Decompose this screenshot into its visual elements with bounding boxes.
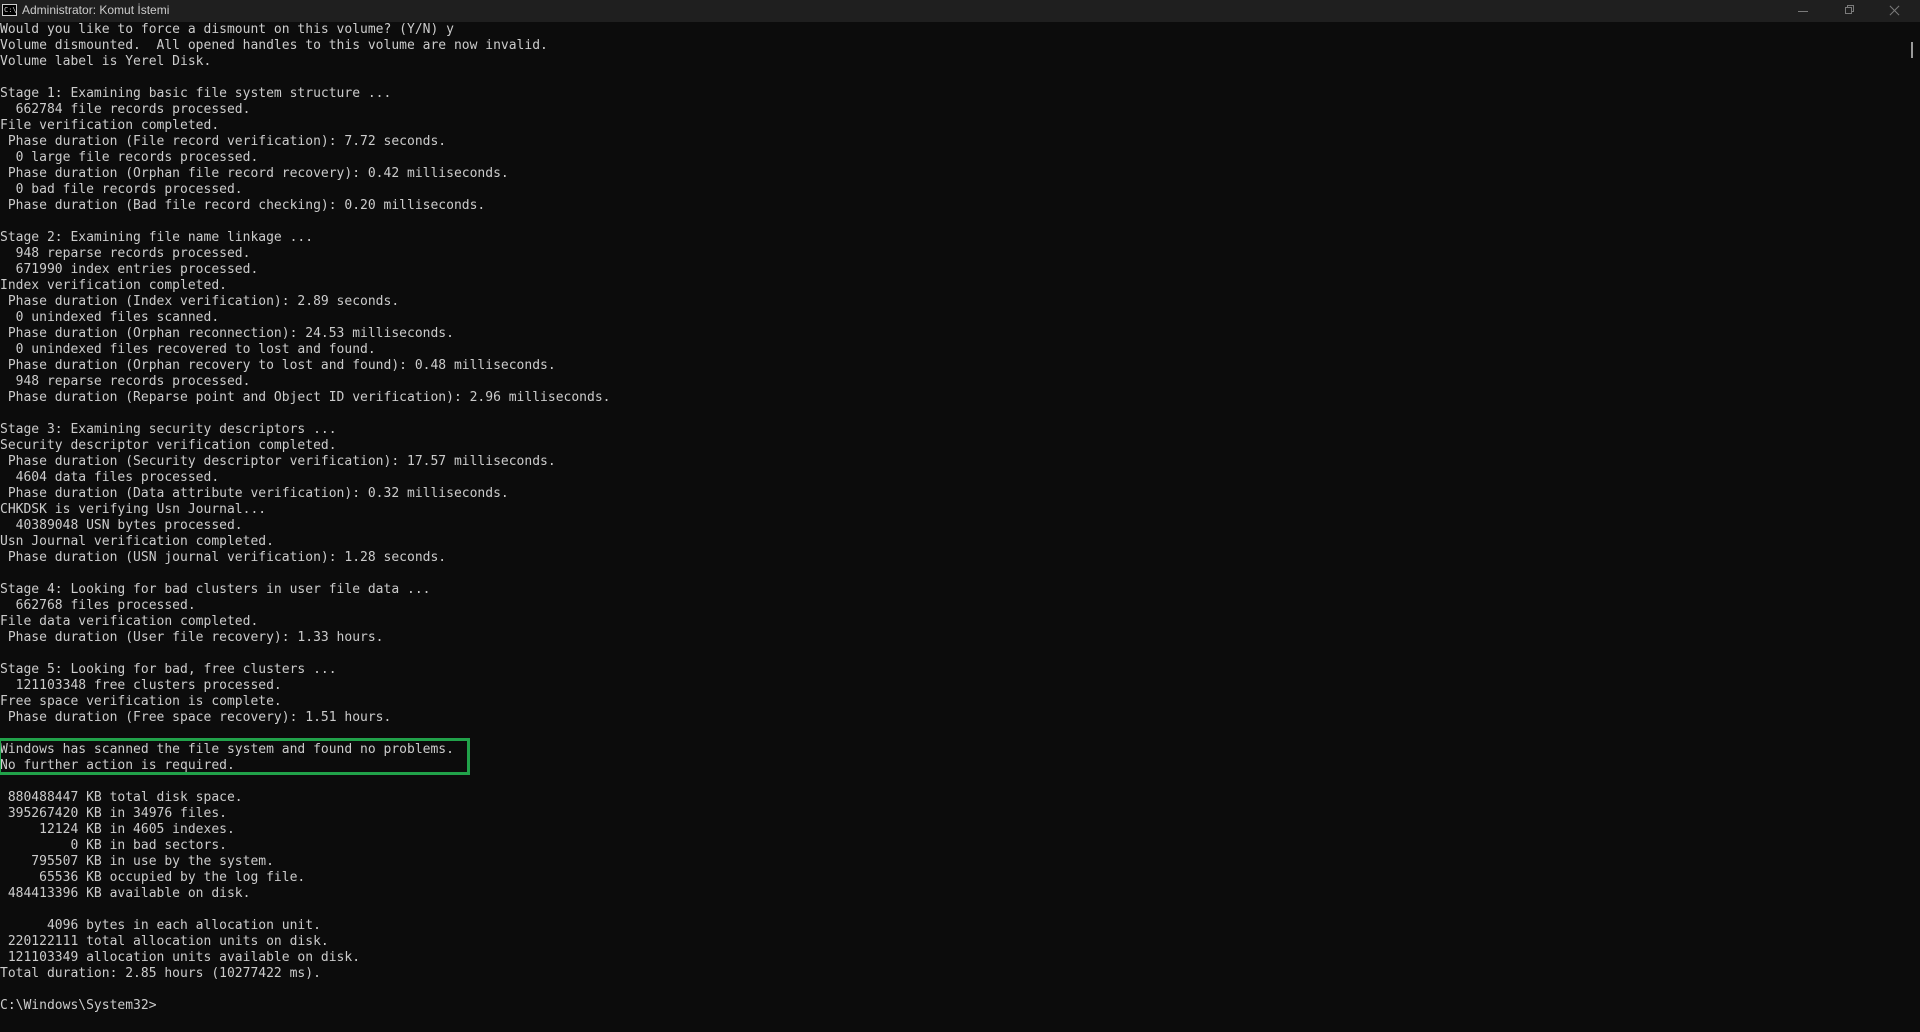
console-line: Phase duration (File record verification… [0, 134, 447, 149]
console-line: Volume label is Yerel Disk. [0, 54, 212, 69]
window-title: Administrator: Komut İstemi [22, 3, 170, 17]
command-prompt-window: C:\ Administrator: Komut İstemi Would yo… [0, 0, 1920, 1032]
console-line: File verification completed. [0, 118, 220, 133]
restore-icon [1845, 5, 1854, 14]
scrollbar-thumb[interactable] [1911, 42, 1913, 58]
command-prompt-line: C:\Windows\System32> [0, 998, 157, 1013]
console-line: Stage 1: Examining basic file system str… [0, 86, 392, 101]
console-line: Phase duration (USN journal verification… [0, 550, 447, 565]
console-line: Windows has scanned the file system and … [0, 742, 454, 757]
console-line: 484413396 KB available on disk. [0, 886, 251, 901]
console-line: 220122111 total allocation units on disk… [0, 934, 329, 949]
console-output[interactable]: Would you like to force a dismount on th… [0, 22, 1900, 1032]
console-line: Phase duration (Bad file record checking… [0, 198, 486, 213]
console-line: 662784 file records processed. [0, 102, 251, 117]
console-line: 0 KB in bad sectors. [0, 838, 227, 853]
console-line: 121103348 free clusters processed. [0, 678, 282, 693]
console-line: No further action is required. [0, 758, 235, 773]
vertical-scrollbar[interactable] [1906, 22, 1920, 1032]
command-prompt-icon: C:\ [2, 4, 17, 16]
console-line: Phase duration (User file recovery): 1.3… [0, 630, 384, 645]
console-line: Phase duration (Orphan recovery to lost … [0, 358, 556, 373]
close-icon [1889, 4, 1901, 16]
console-line: Phase duration (Reparse point and Object… [0, 390, 611, 405]
console-line: 40389048 USN bytes processed. [0, 518, 243, 533]
console-line: 121103349 allocation units available on … [0, 950, 361, 965]
console-line: Phase duration (Security descriptor veri… [0, 454, 556, 469]
console-line: 0 bad file records processed. [0, 182, 243, 197]
console-line: Stage 2: Examining file name linkage ... [0, 230, 314, 245]
console-line: Would you like to force a dismount on th… [0, 22, 454, 37]
console-line: 12124 KB in 4605 indexes. [0, 822, 235, 837]
console-line: Free space verification is complete. [0, 694, 282, 709]
console-line: Stage 4: Looking for bad clusters in use… [0, 582, 431, 597]
console-line: Security descriptor verification complet… [0, 438, 337, 453]
console-line: 0 unindexed files recovered to lost and … [0, 342, 376, 357]
console-line: Volume dismounted. All opened handles to… [0, 38, 548, 53]
console-line: 671990 index entries processed. [0, 262, 259, 277]
title-bar[interactable]: C:\ Administrator: Komut İstemi [0, 0, 1920, 22]
console-line: 4096 bytes in each allocation unit. [0, 918, 321, 933]
console-line: Phase duration (Free space recovery): 1.… [0, 710, 392, 725]
console-line: 4604 data files processed. [0, 470, 220, 485]
console-line: CHKDSK is verifying Usn Journal... [0, 502, 267, 517]
console-line: 0 large file records processed. [0, 150, 259, 165]
console-line: 662768 files processed. [0, 598, 196, 613]
console-line: 948 reparse records processed. [0, 246, 251, 261]
close-button[interactable] [1872, 0, 1918, 22]
minimize-icon [1798, 11, 1808, 12]
console-line: 795507 KB in use by the system. [0, 854, 274, 869]
console-line: Phase duration (Data attribute verificat… [0, 486, 509, 501]
console-line: 395267420 KB in 34976 files. [0, 806, 227, 821]
console-line: Total duration: 2.85 hours (10277422 ms)… [0, 966, 321, 981]
console-line: Phase duration (Index verification): 2.8… [0, 294, 400, 309]
console-line: 880488447 KB total disk space. [0, 790, 243, 805]
console-line: 65536 KB occupied by the log file. [0, 870, 306, 885]
console-line: 0 unindexed files scanned. [0, 310, 220, 325]
console-line: Index verification completed. [0, 278, 227, 293]
restore-button[interactable] [1826, 0, 1872, 22]
console-line: Usn Journal verification completed. [0, 534, 274, 549]
console-line: Phase duration (Orphan file record recov… [0, 166, 509, 181]
console-line: File data verification completed. [0, 614, 259, 629]
console-line: Stage 3: Examining security descriptors … [0, 422, 337, 437]
console-line: Phase duration (Orphan reconnection): 24… [0, 326, 454, 341]
console-line: 948 reparse records processed. [0, 374, 251, 389]
minimize-button[interactable] [1780, 0, 1826, 22]
console-line: Stage 5: Looking for bad, free clusters … [0, 662, 337, 677]
